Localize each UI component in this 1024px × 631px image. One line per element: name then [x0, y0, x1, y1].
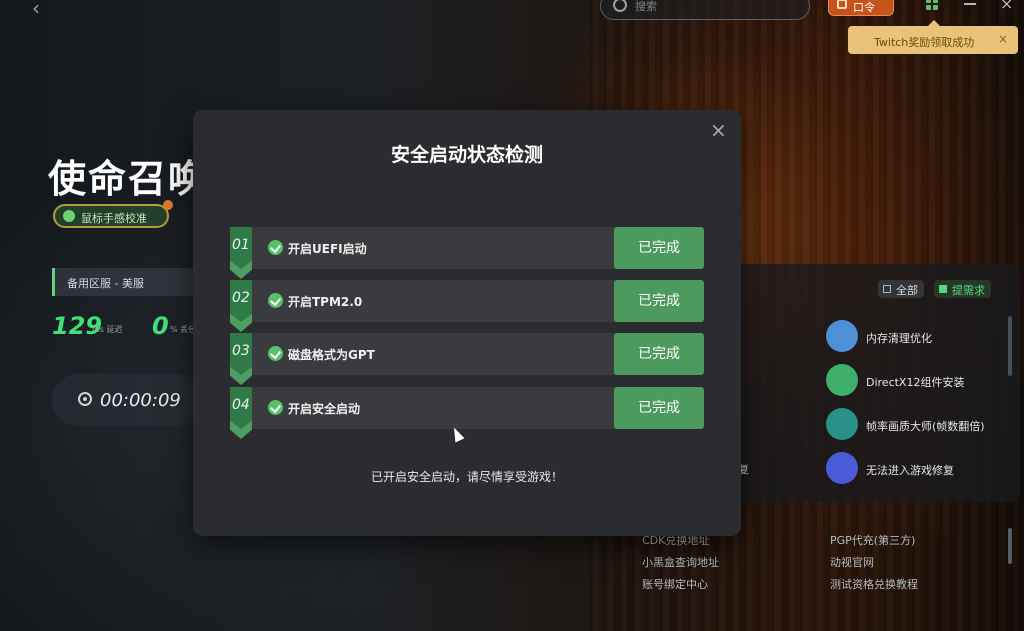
game-title: 使命召唤 — [48, 157, 209, 201]
code-button-label: 口令 — [853, 1, 875, 14]
close-icon[interactable]: × — [710, 120, 727, 140]
mouse-calibration-button[interactable]: 鼠标手感校准 — [53, 200, 173, 228]
link-heybox[interactable]: 小黑盒查询地址 — [642, 554, 719, 570]
check-icon — [268, 293, 283, 308]
step-label: 开启UEFI启动 — [288, 242, 367, 256]
new-badge-icon — [163, 200, 173, 210]
search-input[interactable]: 搜索 — [600, 0, 810, 20]
step-number: 01 — [232, 237, 250, 253]
mouse-icon — [63, 210, 75, 222]
check-icon — [268, 346, 283, 361]
apps-grid-icon[interactable] — [926, 0, 938, 10]
step-number: 02 — [232, 290, 250, 306]
step-status-button[interactable]: 已完成 — [614, 387, 704, 429]
code-icon — [837, 0, 847, 9]
link-account-bind[interactable]: 账号绑定中心 — [642, 576, 708, 592]
step-row: 04 开启安全启动 已完成 — [230, 387, 704, 439]
toast-text: Twitch奖励领取成功 — [874, 36, 975, 49]
close-window-icon[interactable]: × — [1000, 0, 1013, 13]
tool-label: 无法进入游戏修复 — [866, 464, 954, 477]
tool-label: 内存清理优化 — [866, 332, 932, 345]
dialog-footer-message: 已开启安全启动，请尽情享受游戏！ — [370, 470, 563, 484]
step-row: 03 磁盘格式为GPT 已完成 — [230, 333, 704, 385]
toast-close-icon[interactable]: × — [998, 32, 1008, 46]
search-icon — [613, 0, 627, 12]
step-status-button[interactable]: 已完成 — [614, 280, 704, 322]
link-activision[interactable]: 动视官网 — [830, 554, 874, 570]
request-feature-button[interactable]: 提需求 — [934, 280, 991, 298]
step-label: 开启TPM2.0 — [288, 295, 363, 309]
mouse-calibration-label: 鼠标手感校准 — [81, 212, 147, 225]
link-test-guide[interactable]: 测试资格兑换教程 — [830, 576, 918, 592]
check-icon — [268, 240, 283, 255]
check-icon — [268, 400, 283, 415]
links-scrollbar[interactable] — [1008, 528, 1012, 564]
repair-icon — [826, 452, 858, 484]
dialog-title: 安全启动状态检测 — [390, 144, 543, 166]
step-label: 开启安全启动 — [288, 402, 361, 416]
step-status-button[interactable]: 已完成 — [614, 333, 704, 375]
directx-icon — [826, 364, 858, 396]
step-row: 01 开启UEFI启动 已完成 — [230, 227, 704, 279]
acceleration-timer[interactable]: 00:00:09 — [52, 374, 202, 426]
step-label: 磁盘格式为GPT — [288, 348, 375, 362]
tools-scrollbar[interactable] — [1008, 316, 1012, 376]
reward-toast: Twitch奖励领取成功 × — [848, 20, 1018, 54]
tool-label: DirectX12组件安装 — [866, 376, 965, 389]
latency-unit: ms 延迟 — [92, 325, 123, 334]
step-number: 03 — [232, 343, 250, 359]
step-number: 04 — [232, 397, 250, 413]
link-pgp[interactable]: PGP代充(第三方) — [830, 532, 915, 548]
step-row: 02 开启TPM2.0 已完成 — [230, 280, 704, 332]
code-button[interactable]: 口令 — [828, 0, 894, 16]
tool-label: 帧率画质大师(帧数翻倍) — [866, 420, 985, 433]
filter-all-button[interactable]: 全部 — [878, 280, 924, 298]
timer-value: 00:00:09 — [100, 390, 181, 411]
minimize-icon[interactable] — [964, 3, 976, 5]
back-arrow-icon[interactable]: ‹ — [32, 0, 40, 20]
packet-loss-value: 0 — [152, 312, 169, 340]
step-status-button[interactable]: 已完成 — [614, 227, 704, 269]
search-placeholder: 搜索 — [635, 0, 657, 13]
memory-clean-icon — [826, 320, 858, 352]
server-selector[interactable]: 备用区服 - 美服 — [52, 268, 202, 296]
record-icon — [78, 392, 92, 406]
fps-master-icon — [826, 408, 858, 440]
